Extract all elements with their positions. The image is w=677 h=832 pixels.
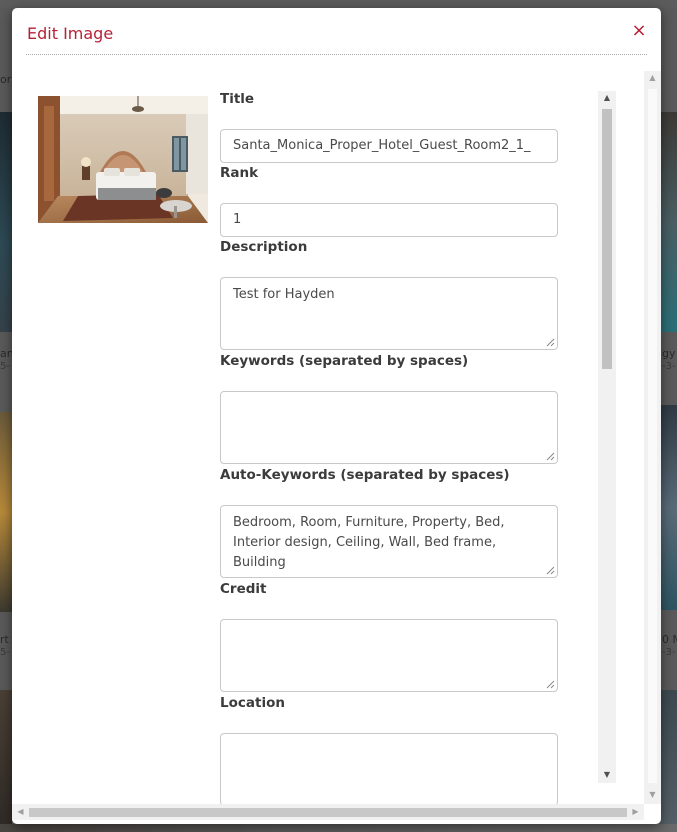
modal-header: Edit Image × xyxy=(12,8,661,68)
arrow-up-icon[interactable]: ▲ xyxy=(598,91,616,105)
background-text: -3- xyxy=(662,361,676,372)
bedroom-photo xyxy=(38,96,208,223)
background-text: -3- xyxy=(662,647,676,658)
modal-body: Title Santa_Monica_Proper_Hotel_Guest_Ro… xyxy=(26,71,659,807)
description-textarea[interactable]: Test for Hayden xyxy=(220,277,558,350)
arrow-down-icon[interactable]: ▼ xyxy=(598,768,616,782)
title-input[interactable]: Santa_Monica_Proper_Hotel_Guest_Room2_1_ xyxy=(220,129,558,163)
background-text: gy xyxy=(662,347,676,360)
background-image-tile xyxy=(661,690,677,832)
resize-grip-icon[interactable] xyxy=(546,452,555,461)
background-text: 5- xyxy=(0,647,10,658)
location-label: Location xyxy=(220,695,285,711)
edit-image-modal: Edit Image × Title Santa_Monica_Proper_H… xyxy=(12,8,661,824)
credit-textarea[interactable] xyxy=(220,619,558,692)
background-image-tile xyxy=(0,690,12,832)
resize-grip-icon[interactable] xyxy=(546,338,555,347)
close-icon[interactable]: × xyxy=(631,21,647,41)
description-label: Description xyxy=(220,239,308,255)
resize-grip-icon[interactable] xyxy=(546,566,555,575)
auto-keywords-label: Auto-Keywords (separated by spaces) xyxy=(220,467,510,483)
location-textarea[interactable] xyxy=(220,733,558,806)
background-image-tile xyxy=(0,112,12,332)
modal-horizontal-scrollbar[interactable]: ◀ ▶ xyxy=(12,804,644,820)
keywords-textarea[interactable] xyxy=(220,391,558,464)
modal-vertical-scrollbar-thumb[interactable] xyxy=(648,89,657,783)
modal-vertical-scrollbar[interactable]: ▲ ▼ xyxy=(644,71,661,804)
resize-grip-icon[interactable] xyxy=(546,680,555,689)
modal-horizontal-scrollbar-thumb[interactable] xyxy=(29,808,627,817)
header-divider xyxy=(26,54,647,55)
form-scrollbar-thumb[interactable] xyxy=(602,109,612,369)
form-scrollbar[interactable]: ▲ ▼ xyxy=(598,91,616,783)
background-text: 0 M xyxy=(662,633,677,646)
background-image-tile xyxy=(661,112,677,332)
background-image-tile xyxy=(0,412,12,612)
modal-title: Edit Image xyxy=(27,24,114,43)
background-caption-area xyxy=(0,332,12,412)
image-preview xyxy=(38,96,208,223)
arrow-up-icon[interactable]: ▲ xyxy=(644,71,661,85)
title-label: Title xyxy=(220,91,255,107)
background-strip xyxy=(0,824,677,832)
auto-keywords-textarea[interactable]: Bedroom, Room, Furniture, Property, Bed,… xyxy=(220,505,558,578)
background-text: 5- xyxy=(0,361,10,372)
description-text: Test for Hayden xyxy=(233,287,335,302)
auto-keywords-text: Bedroom, Room, Furniture, Property, Bed,… xyxy=(233,515,505,570)
background-text: rt xyxy=(0,633,9,646)
background-image-tile xyxy=(661,405,677,610)
arrow-down-icon[interactable]: ▼ xyxy=(644,788,661,802)
keywords-label: Keywords (separated by spaces) xyxy=(220,353,469,369)
background-strip xyxy=(0,0,677,8)
credit-label: Credit xyxy=(220,581,267,597)
arrow-right-icon[interactable]: ▶ xyxy=(627,805,644,819)
arrow-left-icon[interactable]: ◀ xyxy=(12,805,29,819)
rank-input[interactable]: 1 xyxy=(220,203,558,237)
rank-label: Rank xyxy=(220,165,259,181)
